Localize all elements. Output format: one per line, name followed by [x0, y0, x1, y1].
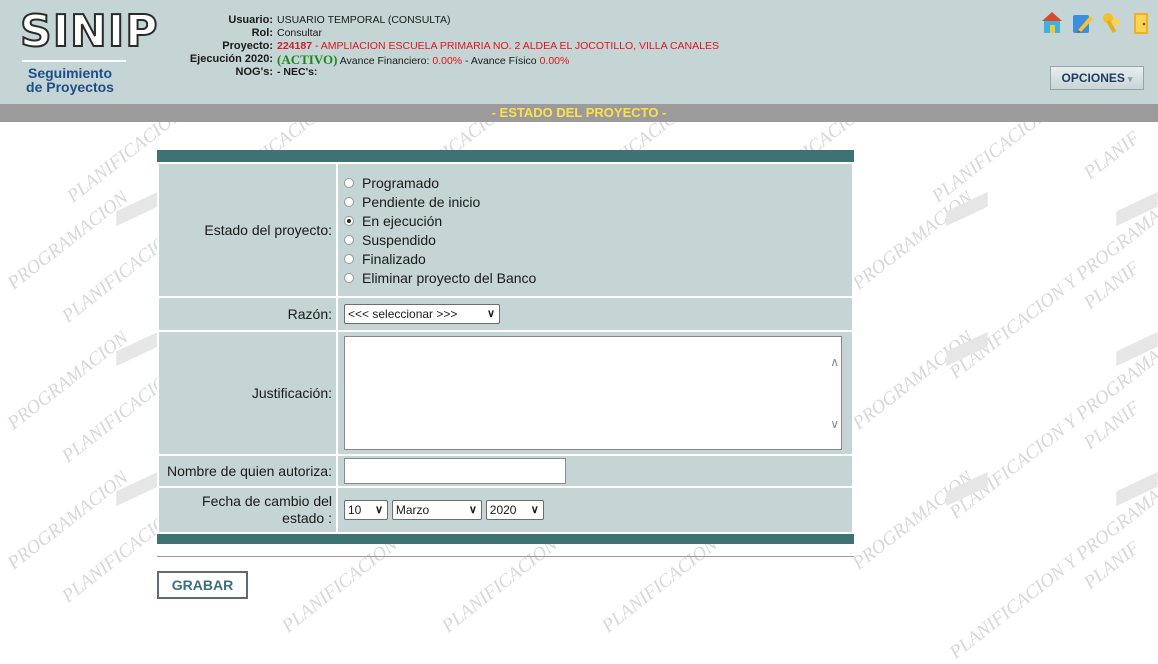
ejecucion-status: (ACTIVO): [277, 52, 338, 67]
radio-finalizado[interactable]: Finalizado: [344, 249, 851, 268]
autoriza-input[interactable]: [344, 458, 566, 484]
chevron-down-icon: ∨: [468, 504, 477, 516]
chevron-down-icon: ▾: [1127, 74, 1133, 84]
chevron-down-icon: ∨: [486, 308, 495, 320]
usuario-key: Usuario:: [228, 14, 273, 26]
estado-form: Estado del proyecto: Programado Pendient…: [157, 150, 854, 557]
page-title: - ESTADO DEL PROYECTO -: [0, 104, 1158, 122]
fecha-label: Fecha de cambio del estado :: [157, 486, 338, 534]
scroll-down-icon[interactable]: ∨: [830, 417, 839, 431]
scroll-up-icon[interactable]: ∧: [830, 355, 839, 369]
avance-fisico-value: 0.00%: [539, 55, 570, 67]
sinip-logo[interactable]: SINIP Seguimiento de Proyectos: [0, 0, 159, 104]
opciones-button[interactable]: OPCIONES ▾: [1050, 66, 1144, 90]
fecha-mes-select[interactable]: Marzo ∨: [391, 500, 482, 520]
radio-programado[interactable]: Programado: [344, 173, 851, 192]
usuario-value: USUARIO TEMPORAL (CONSULTA): [277, 14, 451, 26]
edit-pencil-icon[interactable]: [1070, 10, 1094, 36]
nec-key: - NEC's:: [277, 66, 318, 78]
opciones-label: OPCIONES: [1061, 71, 1125, 85]
radio-label: Finalizado: [362, 250, 426, 267]
project-info: Usuario: USUARIO TEMPORAL (CONSULTA) Rol…: [140, 14, 920, 79]
estado-radio-group: Programado Pendiente de inicio En ejecuc…: [336, 162, 854, 298]
radio-circle-icon[interactable]: [344, 196, 354, 207]
avance-fisico-label: - Avance Físico: [462, 55, 540, 67]
radio-label: Programado: [362, 174, 440, 191]
logo-subtitle: de Proyectos: [26, 79, 114, 95]
radio-circle-icon[interactable]: [344, 177, 354, 188]
justificacion-textarea[interactable]: ∧ ∨: [344, 336, 842, 450]
radio-selected-icon[interactable]: [344, 215, 354, 226]
proyecto-code: 224187: [277, 40, 313, 52]
form-bottom-bar: [157, 534, 854, 544]
grabar-button[interactable]: GRABAR: [157, 571, 248, 599]
nog-key: NOG's:: [235, 66, 273, 78]
logo-subtitle: Seguimiento: [27, 65, 112, 81]
estado-label: Estado del proyecto:: [157, 162, 338, 298]
proyecto-key: Proyecto:: [222, 40, 273, 52]
chevron-down-icon: ∨: [374, 504, 383, 516]
logo-mark: SINIP: [19, 6, 159, 57]
razon-select[interactable]: <<< seleccionar >>> ∨: [344, 304, 500, 324]
fecha-label-line: estado :: [282, 510, 332, 526]
radio-circle-icon[interactable]: [344, 253, 354, 264]
razon-selected-value: <<< seleccionar >>>: [348, 307, 458, 321]
divider: [157, 556, 854, 557]
fecha-dia-value: 10: [348, 503, 362, 517]
fecha-label-line: Fecha de cambio del: [202, 493, 332, 509]
radio-en-ejecucion[interactable]: En ejecución: [344, 211, 851, 230]
fecha-dia-select[interactable]: 10 ∨: [344, 500, 388, 520]
justificacion-label: Justificación:: [157, 330, 338, 456]
rol-value: Consultar: [277, 27, 322, 39]
radio-pendiente[interactable]: Pendiente de inicio: [344, 192, 851, 211]
keys-icon[interactable]: [1100, 10, 1124, 36]
radio-circle-icon[interactable]: [344, 234, 354, 245]
header: SINIP Seguimiento de Proyectos Usuario: …: [0, 0, 1158, 104]
fecha-anio-value: 2020: [489, 503, 517, 517]
radio-label: Eliminar proyecto del Banco: [362, 269, 537, 286]
avance-financiero-value: 0.00%: [432, 55, 463, 67]
ejecucion-key: Ejecución 2020:: [189, 53, 273, 65]
radio-eliminar[interactable]: Eliminar proyecto del Banco: [344, 268, 851, 287]
radio-suspendido[interactable]: Suspendido: [344, 230, 851, 249]
proyecto-description: - AMPLIACION ESCUELA PRIMARIA NO. 2 ALDE…: [312, 40, 719, 52]
razon-label: Razón:: [157, 296, 338, 332]
fecha-mes-value: Marzo: [395, 503, 430, 517]
home-icon[interactable]: [1040, 10, 1064, 36]
radio-label: Suspendido: [362, 231, 436, 248]
toolbar-icons: [1040, 10, 1154, 38]
rol-key: Rol:: [251, 27, 273, 39]
form-top-bar: [157, 150, 854, 162]
radio-label: Pendiente de inicio: [362, 193, 481, 210]
avance-financiero-label: Avance Financiero:: [337, 55, 433, 67]
chevron-down-icon: ∨: [530, 504, 539, 516]
radio-label: En ejecución: [362, 212, 443, 229]
exit-door-icon[interactable]: [1130, 10, 1154, 36]
fecha-anio-select[interactable]: 2020 ∨: [485, 500, 544, 520]
logo-divider: [22, 60, 126, 62]
autoriza-label: Nombre de quien autoriza:: [157, 454, 338, 488]
radio-circle-icon[interactable]: [344, 272, 354, 283]
